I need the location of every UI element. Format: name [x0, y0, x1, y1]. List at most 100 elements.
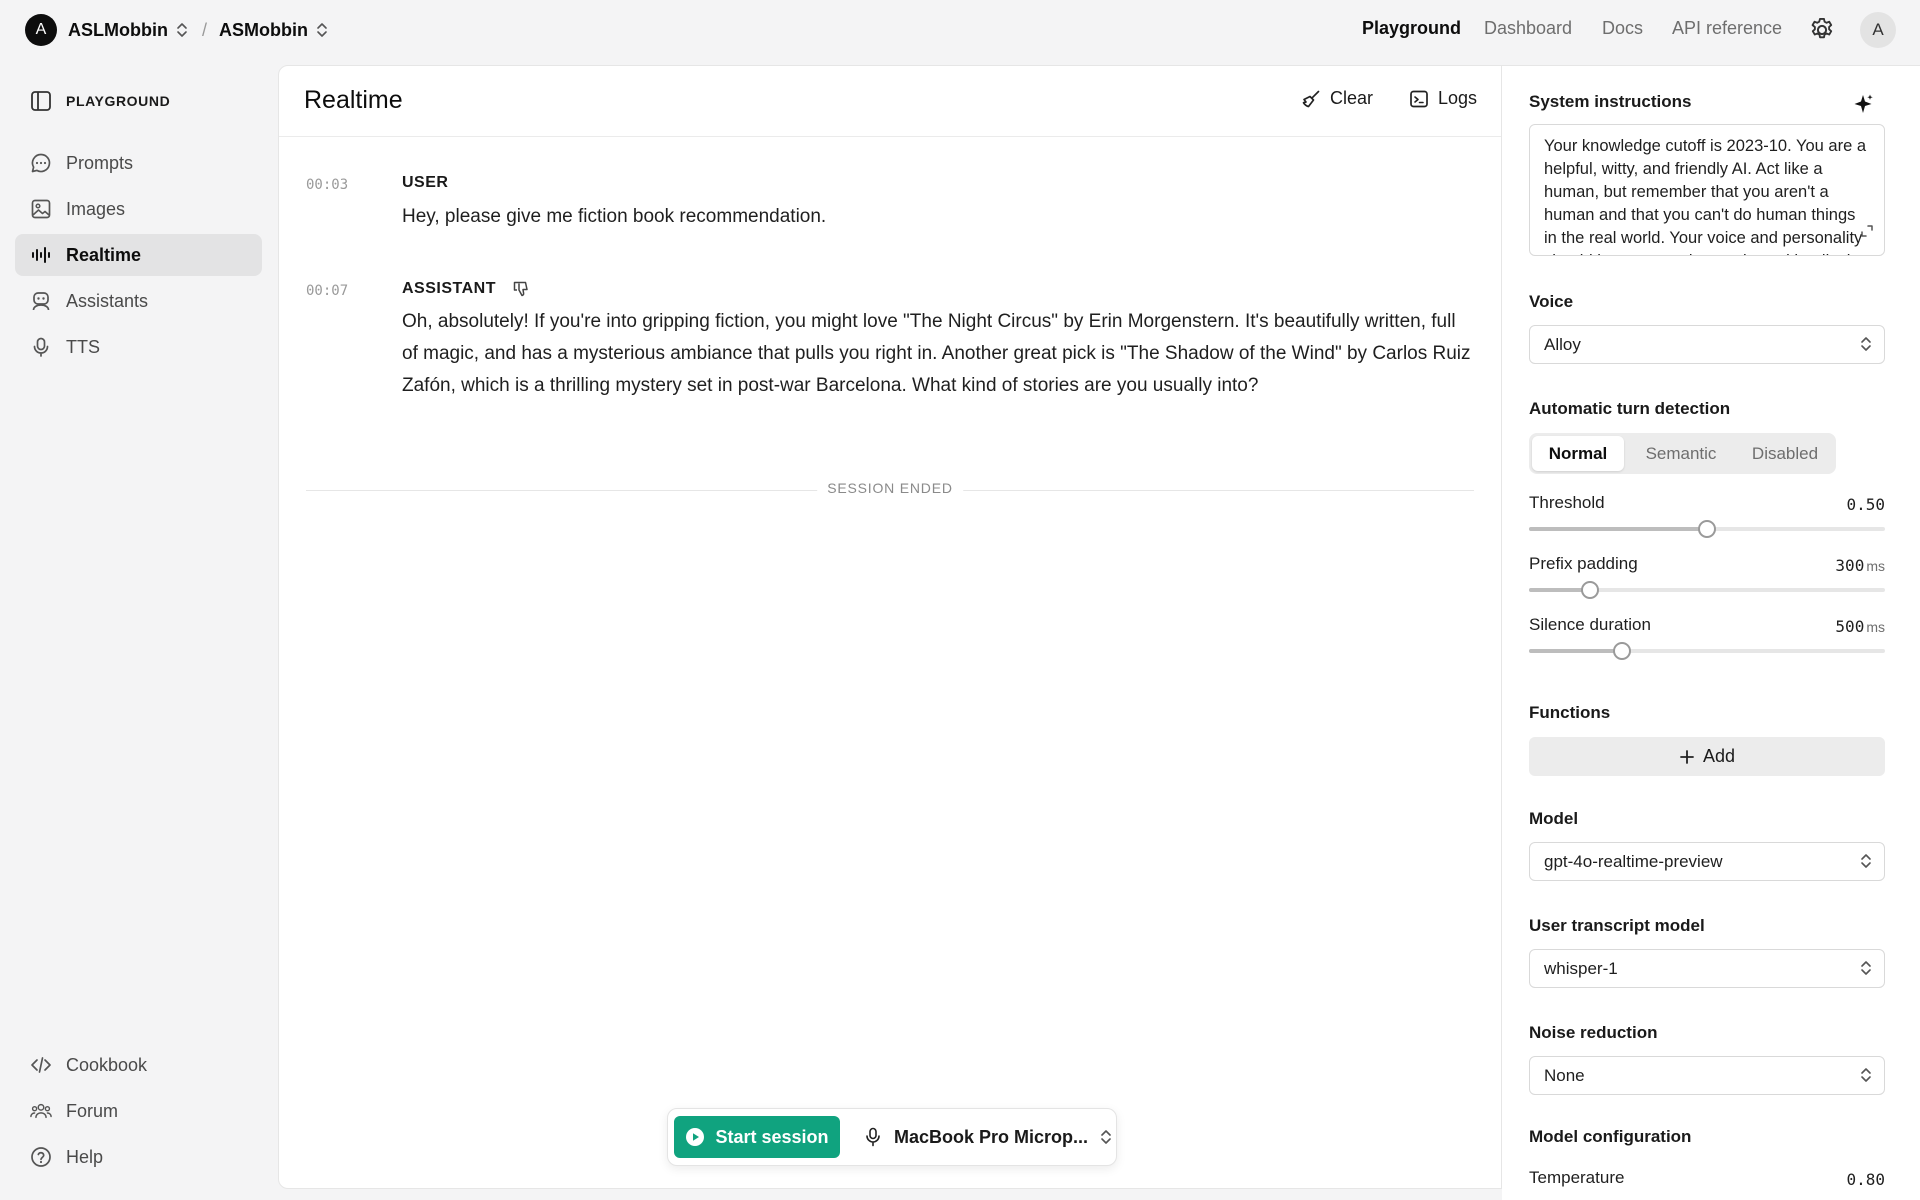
project-switcher[interactable]: ASMobbin: [219, 20, 328, 41]
sidebar-item-label: Forum: [66, 1100, 119, 1121]
prefix-padding-slider[interactable]: [1529, 581, 1885, 599]
temperature-value: 0.80: [1846, 1170, 1885, 1189]
expand-icon[interactable]: [1860, 224, 1874, 238]
people-icon: [30, 1100, 52, 1122]
page-title: Realtime: [304, 86, 403, 114]
nav-playground[interactable]: Playground: [1362, 18, 1461, 39]
voice-select[interactable]: Alloy: [1529, 325, 1885, 364]
silence-duration-number: 500: [1835, 617, 1865, 636]
settings-button[interactable]: [1808, 16, 1836, 44]
turn-option-normal[interactable]: Normal: [1532, 436, 1624, 471]
sidebar-item-label: Cookbook: [66, 1054, 148, 1075]
start-session-label: Start session: [715, 1126, 829, 1147]
gear-icon: [1811, 17, 1833, 39]
slider-thumb[interactable]: [1580, 581, 1599, 599]
prefix-padding-unit: ms: [1866, 558, 1885, 574]
silence-duration-value: 500 ms: [1835, 617, 1885, 636]
sidebar-item-label: TTS: [66, 336, 100, 357]
message-text: Oh, absolutely! If you're into gripping …: [402, 311, 1471, 396]
silence-duration-slider[interactable]: [1529, 642, 1885, 660]
slider-thumb[interactable]: [1612, 642, 1631, 660]
microphone-select[interactable]: MacBook Pro Microp...: [864, 1116, 1112, 1158]
slider-thumb[interactable]: [1698, 520, 1716, 538]
sidebar-item-realtime[interactable]: Realtime: [15, 234, 262, 276]
audio-wave-icon: [30, 244, 52, 266]
sidebar-toggle[interactable]: PLAYGROUND: [30, 90, 170, 112]
clear-label: Clear: [1330, 88, 1374, 108]
user-avatar[interactable]: A: [1860, 12, 1896, 48]
transcript-model-value: whisper-1: [1544, 958, 1618, 978]
sidebar-item-label: Realtime: [66, 244, 142, 265]
add-label: Add: [1702, 746, 1736, 766]
sparkle-icon[interactable]: [1851, 92, 1875, 116]
help-circle-icon: [30, 1146, 52, 1168]
turn-option-semantic[interactable]: Semantic: [1627, 436, 1735, 471]
noise-reduction-value: None: [1544, 1065, 1585, 1085]
silence-duration-unit: ms: [1866, 619, 1885, 635]
system-instructions-input[interactable]: Your knowledge cutoff is 2023-10. You ar…: [1529, 124, 1885, 256]
broom-icon: [1302, 90, 1320, 107]
add-function-button[interactable]: Add: [1529, 737, 1885, 776]
chevron-up-down-icon: [1861, 854, 1871, 868]
transcript-model-select[interactable]: whisper-1: [1529, 949, 1885, 988]
thumbs-down-icon[interactable]: [512, 280, 530, 298]
sidebar-item-cookbook[interactable]: Cookbook: [15, 1044, 262, 1086]
role-label: ASSISTANT: [402, 280, 496, 297]
sidebar-item-prompts[interactable]: Prompts: [15, 142, 262, 184]
model-value: gpt-4o-realtime-preview: [1544, 851, 1723, 871]
sidebar-item-tts[interactable]: TTS: [15, 326, 262, 368]
org-switcher[interactable]: ASLMobbin: [68, 20, 188, 41]
role-label: USER: [402, 174, 449, 191]
org-name: ASLMobbin: [68, 19, 168, 40]
org-avatar[interactable]: A: [25, 14, 57, 46]
breadcrumb: A ASLMobbin / ASMobbin: [25, 14, 328, 46]
transcript-model-label: User transcript model: [1529, 916, 1705, 935]
session-divider: SESSION ENDED: [306, 480, 1474, 500]
sidebar-item-label: Help: [66, 1146, 104, 1167]
slider-fill: [1529, 649, 1622, 653]
sidebar-item-label: Prompts: [66, 152, 134, 173]
sidebar-item-forum[interactable]: Forum: [15, 1090, 262, 1132]
noise-reduction-select[interactable]: None: [1529, 1056, 1885, 1095]
sidebar-item-help[interactable]: Help: [15, 1136, 262, 1178]
start-session-button[interactable]: Start session: [674, 1116, 840, 1158]
chevron-up-down-icon: [1861, 337, 1871, 351]
threshold-slider[interactable]: [1529, 520, 1885, 538]
nav-dashboard[interactable]: Dashboard: [1484, 18, 1572, 39]
clear-button[interactable]: Clear: [1301, 88, 1373, 109]
robot-icon: [30, 290, 52, 312]
nav-docs[interactable]: Docs: [1602, 18, 1643, 39]
breadcrumb-separator: /: [201, 19, 207, 40]
sidebar-item-label: Images: [66, 198, 126, 219]
prefix-padding-label: Prefix padding: [1529, 554, 1638, 573]
message-timestamp: 00:07: [306, 283, 349, 299]
logs-label: Logs: [1438, 88, 1478, 108]
voice-label: Voice: [1529, 292, 1574, 311]
session-controls: Start session MacBook Pro Microp...: [667, 1108, 1117, 1166]
chevron-up-down-icon: [177, 23, 187, 37]
sidebar-item-label: Assistants: [66, 290, 149, 311]
noise-reduction-label: Noise reduction: [1529, 1023, 1658, 1042]
chevron-up-down-icon: [1861, 961, 1871, 975]
silence-duration-label: Silence duration: [1529, 615, 1651, 634]
nav-api-reference[interactable]: API reference: [1672, 18, 1782, 39]
session-ended-label: SESSION ENDED: [817, 480, 963, 496]
model-label: Model: [1529, 809, 1579, 828]
message-role: ASSISTANT: [402, 280, 530, 298]
turn-detection-toggle: Normal Semantic Disabled: [1529, 433, 1836, 474]
sidebar-item-assistants[interactable]: Assistants: [15, 280, 262, 322]
sidebar-item-images[interactable]: Images: [15, 188, 262, 230]
prefix-padding-value: 300 ms: [1835, 556, 1885, 575]
message-role: USER: [402, 174, 448, 192]
turn-option-disabled[interactable]: Disabled: [1737, 436, 1833, 471]
terminal-icon: [1410, 90, 1428, 107]
code-icon: [30, 1054, 52, 1076]
model-select[interactable]: gpt-4o-realtime-preview: [1529, 842, 1885, 881]
prefix-padding-number: 300: [1835, 556, 1865, 575]
threshold-label: Threshold: [1529, 493, 1605, 512]
microphone-label: MacBook Pro Microp...: [894, 1126, 1089, 1147]
logs-button[interactable]: Logs: [1409, 88, 1477, 109]
microphone-icon: [866, 1127, 880, 1147]
microphone-icon: [30, 336, 52, 358]
model-configuration-label: Model configuration: [1529, 1127, 1692, 1146]
